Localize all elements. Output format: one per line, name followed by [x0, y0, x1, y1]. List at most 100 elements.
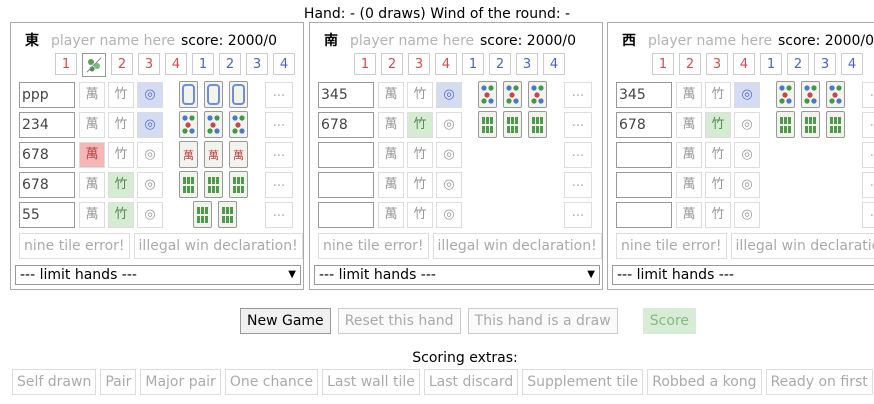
season-button-4[interactable]: 4 [841, 53, 863, 75]
dot-suit-button[interactable]: ◎ [734, 82, 760, 108]
bam-suit-button[interactable]: 竹 [705, 172, 731, 198]
set-input[interactable]: 345 [616, 82, 672, 108]
flower-button-2[interactable]: 2 [111, 53, 133, 75]
more-options-button[interactable]: ... [265, 82, 293, 108]
dot-suit-button[interactable]: ◎ [734, 142, 760, 168]
more-options-button[interactable]: ... [862, 142, 874, 168]
bam-suit-button[interactable]: 竹 [705, 112, 731, 138]
dot-suit-button[interactable]: ◎ [137, 202, 163, 228]
set-input[interactable]: 678 [616, 112, 672, 138]
season-button-2[interactable]: 2 [219, 53, 241, 75]
dot-suit-button[interactable]: ◎ [734, 172, 760, 198]
bam-suit-button[interactable]: 竹 [407, 82, 433, 108]
flower-button-2[interactable]: 2 [679, 53, 701, 75]
extra-self-drawn-button[interactable]: Self drawn [12, 369, 97, 395]
more-options-button[interactable]: ... [564, 112, 592, 138]
set-input[interactable]: 678 [19, 172, 75, 198]
flower-button-4[interactable]: 4 [165, 53, 187, 75]
score-button[interactable]: Score [642, 308, 697, 334]
bam-suit-button[interactable]: 竹 [108, 82, 134, 108]
season-button-4[interactable]: 4 [543, 53, 565, 75]
more-options-button[interactable]: ... [265, 202, 293, 228]
new-game-button[interactable]: New Game [240, 308, 331, 334]
bam-suit-button[interactable]: 竹 [407, 202, 433, 228]
dot-suit-button[interactable]: ◎ [734, 202, 760, 228]
extra-pair-button[interactable]: Pair [100, 369, 137, 395]
set-input[interactable] [616, 172, 672, 198]
more-options-button[interactable]: ... [265, 112, 293, 138]
wan-suit-button[interactable]: 萬 [676, 172, 702, 198]
more-options-button[interactable]: ... [564, 172, 592, 198]
dot-suit-button[interactable]: ◎ [436, 142, 462, 168]
illegal-win-button[interactable]: illegal win declaration! [432, 233, 602, 259]
season-button-3[interactable]: 3 [814, 53, 836, 75]
bam-suit-button[interactable]: 竹 [407, 142, 433, 168]
set-input[interactable]: 345 [318, 82, 374, 108]
set-input[interactable] [616, 142, 672, 168]
more-options-button[interactable]: ... [564, 202, 592, 228]
wan-suit-button[interactable]: 萬 [676, 82, 702, 108]
season-button-2[interactable]: 2 [787, 53, 809, 75]
nine-tile-error-button[interactable]: nine tile error! [318, 233, 429, 259]
wan-suit-button[interactable]: 萬 [378, 82, 404, 108]
extra-ready-on-first-button[interactable]: Ready on first [765, 369, 873, 395]
season-button-1[interactable]: 1 [462, 53, 484, 75]
wan-suit-button[interactable]: 萬 [676, 112, 702, 138]
draw-hand-button[interactable]: This hand is a draw [467, 308, 618, 334]
bam-suit-button[interactable]: 竹 [705, 82, 731, 108]
season-button-1[interactable]: 1 [192, 53, 214, 75]
more-options-button[interactable]: ... [862, 172, 874, 198]
flower-tile-icon[interactable] [82, 53, 106, 77]
nine-tile-error-button[interactable]: nine tile error! [19, 233, 130, 259]
extra-last-wall-tile-button[interactable]: Last wall tile [322, 369, 420, 395]
wan-suit-button[interactable]: 萬 [676, 202, 702, 228]
bam-suit-button[interactable]: 竹 [705, 142, 731, 168]
more-options-button[interactable]: ... [564, 82, 592, 108]
limit-hands-select[interactable]: --- limit hands ---▼ [314, 265, 600, 285]
bam-suit-button[interactable]: 竹 [108, 172, 134, 198]
set-input[interactable] [318, 172, 374, 198]
set-input[interactable]: 678 [19, 142, 75, 168]
player-name-input[interactable]: player name here [648, 33, 778, 49]
dot-suit-button[interactable]: ◎ [137, 82, 163, 108]
extra-robbed-a-kong-button[interactable]: Robbed a kong [647, 369, 762, 395]
more-options-button[interactable]: ... [862, 202, 874, 228]
extra-supplement-tile-button[interactable]: Supplement tile [522, 369, 644, 395]
wan-suit-button[interactable]: 萬 [79, 202, 105, 228]
more-options-button[interactable]: ... [265, 172, 293, 198]
wan-suit-button[interactable]: 萬 [378, 142, 404, 168]
more-options-button[interactable]: ... [265, 142, 293, 168]
flower-button-4[interactable]: 4 [733, 53, 755, 75]
more-options-button[interactable]: ... [564, 142, 592, 168]
limit-hands-select[interactable]: --- limit hands ---▼ [612, 265, 874, 285]
dot-suit-button[interactable]: ◎ [436, 112, 462, 138]
bam-suit-button[interactable]: 竹 [705, 202, 731, 228]
wan-suit-button[interactable]: 萬 [378, 172, 404, 198]
flower-button-1[interactable]: 1 [354, 53, 376, 75]
wan-suit-button[interactable]: 萬 [79, 172, 105, 198]
wan-suit-button[interactable]: 萬 [79, 82, 105, 108]
dot-suit-button[interactable]: ◎ [137, 172, 163, 198]
flower-button-3[interactable]: 3 [138, 53, 160, 75]
dot-suit-button[interactable]: ◎ [137, 112, 163, 138]
flower-button-4[interactable]: 4 [435, 53, 457, 75]
bam-suit-button[interactable]: 竹 [407, 172, 433, 198]
season-button-4[interactable]: 4 [273, 53, 295, 75]
season-button-2[interactable]: 2 [489, 53, 511, 75]
flower-button-2[interactable]: 2 [381, 53, 403, 75]
extra-last-discard-button[interactable]: Last discard [423, 369, 519, 395]
player-name-input[interactable]: player name here [51, 33, 181, 49]
set-input[interactable]: 678 [318, 112, 374, 138]
set-input[interactable]: 55 [19, 202, 75, 228]
illegal-win-button[interactable]: illegal win declaration! [133, 233, 303, 259]
season-button-3[interactable]: 3 [516, 53, 538, 75]
season-button-3[interactable]: 3 [246, 53, 268, 75]
set-input[interactable] [318, 142, 374, 168]
nine-tile-error-button[interactable]: nine tile error! [616, 233, 727, 259]
limit-hands-select[interactable]: --- limit hands ---▼ [15, 265, 301, 285]
bam-suit-button[interactable]: 竹 [108, 112, 134, 138]
flower-button-3[interactable]: 3 [706, 53, 728, 75]
set-input[interactable]: ppp [19, 82, 75, 108]
bam-suit-button[interactable]: 竹 [108, 202, 134, 228]
set-input[interactable] [616, 202, 672, 228]
